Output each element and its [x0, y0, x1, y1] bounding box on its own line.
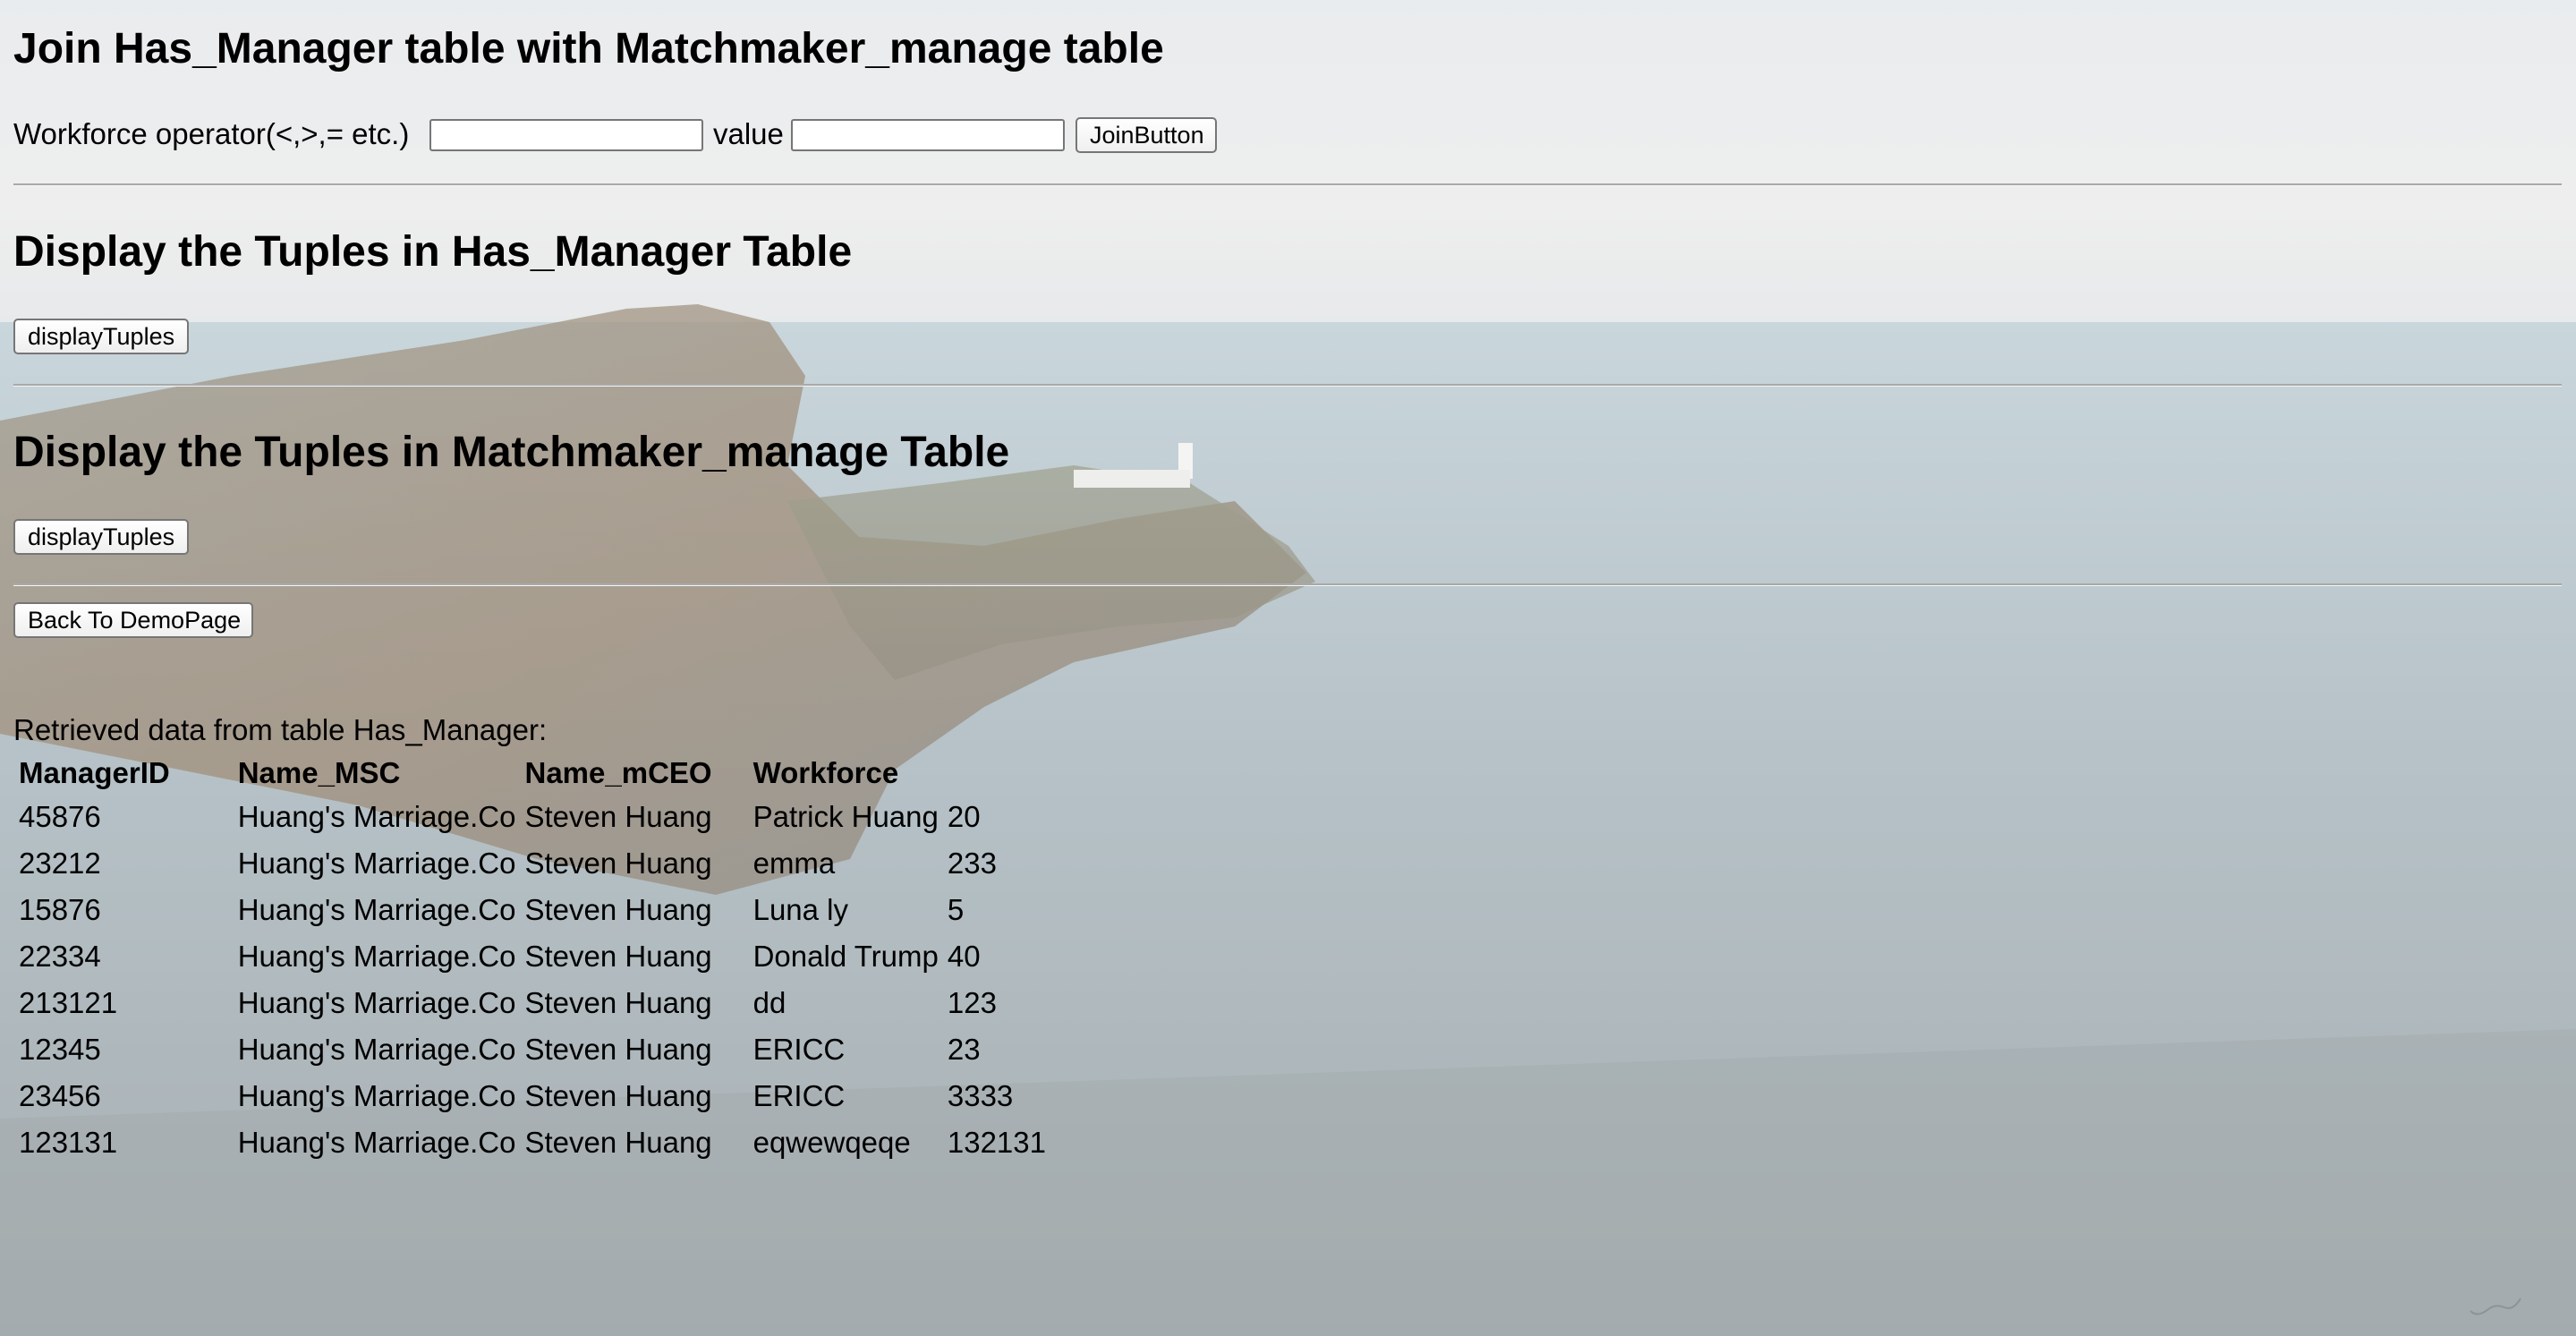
table-cell: 20 [947, 800, 981, 833]
table-cell: Steven Huang [524, 1033, 712, 1066]
join-section-title: Join Has_Manager table with Matchmaker_m… [13, 25, 1164, 72]
display-has-manager-button[interactable]: displayTuples [13, 319, 189, 354]
table-row: 45876 Huang's Marriage.Co Steven Huang Patr… [17, 796, 1050, 838]
result-caption: Retrieved data from table Has_Manager: [13, 713, 548, 746]
column-header-empty [946, 754, 1050, 792]
table-cell: Donald Trump [752, 940, 939, 973]
table-cell: 3333 [947, 1079, 1014, 1112]
table-row: 22334 Huang's Marriage.Co Steven Huang Dona… [17, 935, 1050, 978]
table-cell: 132131 [947, 1126, 1046, 1159]
table-cell: 40 [947, 940, 981, 973]
table-cell: 5 [947, 893, 965, 926]
table-cell: Steven Huang [524, 1126, 712, 1159]
table-cell: 213121 [19, 986, 118, 1019]
table-header-row: ManagerID Name_MSC Name_mCEO Workforce [17, 754, 1050, 792]
table-row: 15876 Huang's Marriage.Co Steven Huang Luna… [17, 889, 1050, 932]
table-cell: 15876 [19, 893, 101, 926]
table-cell: 123131 [19, 1126, 118, 1159]
join-button[interactable]: JoinButton [1075, 117, 1217, 153]
table-cell: 45876 [19, 800, 101, 833]
table-cell: eqwewqeqe [752, 1126, 911, 1159]
table-cell: Huang's Marriage.Co [237, 1079, 516, 1112]
table-cell: Steven Huang [524, 893, 712, 926]
table-cell: Huang's Marriage.Co [237, 847, 516, 880]
table-cell: dd [752, 986, 786, 1019]
table-row: 12345 Huang's Marriage.Co Steven Huang ERIC… [17, 1028, 1050, 1071]
table-cell: emma [752, 847, 836, 880]
table-cell: 12345 [19, 1033, 101, 1066]
table-cell: Steven Huang [524, 1079, 712, 1112]
table-cell: 23456 [19, 1079, 101, 1112]
table-row: 23212 Huang's Marriage.Co Steven Huang emma… [17, 842, 1050, 885]
table-cell: 22334 [19, 940, 101, 973]
back-to-demo-page-button[interactable]: Back To DemoPage [13, 602, 253, 638]
table-cell: Huang's Marriage.Co [237, 1033, 516, 1066]
value-label: value [713, 117, 784, 150]
table-cell: Huang's Marriage.Co [237, 893, 516, 926]
table-cell: ERICC [752, 1033, 846, 1066]
column-header: ManagerID [19, 756, 170, 789]
table-cell: Huang's Marriage.Co [237, 800, 516, 833]
table-cell: Steven Huang [524, 986, 712, 1019]
workforce-operator-input[interactable] [429, 119, 703, 151]
column-header: Name_MSC [237, 756, 401, 789]
table-cell: Patrick Huang [752, 800, 939, 833]
divider [13, 384, 2562, 387]
signature-mark [2470, 1298, 2521, 1315]
table-cell: 123 [947, 986, 997, 1019]
column-header: Name_mCEO [524, 756, 712, 789]
result-table: ManagerID Name_MSC Name_mCEO Workforce 4… [13, 751, 1053, 1168]
table-cell: Huang's Marriage.Co [237, 940, 516, 973]
divider [13, 183, 2562, 186]
divider [13, 583, 2562, 586]
display-matchmaker-button[interactable]: displayTuples [13, 519, 189, 555]
table-cell: Steven Huang [524, 847, 712, 880]
value-input[interactable] [791, 119, 1065, 151]
column-header: Workforce [752, 756, 899, 789]
matchmaker-section-title: Display the Tuples in Matchmaker_manage … [13, 429, 1010, 476]
table-cell: 23212 [19, 847, 101, 880]
table-row: 123131 Huang's Marriage.Co Steven Huang eqw… [17, 1121, 1050, 1164]
table-row: 23456 Huang's Marriage.Co Steven Huang ERIC… [17, 1075, 1050, 1118]
workforce-operator-label: Workforce operator(<,>,= etc.) [13, 117, 410, 150]
table-cell: Steven Huang [524, 800, 712, 833]
table-cell: 23 [947, 1033, 981, 1066]
table-cell: Steven Huang [524, 940, 712, 973]
table-cell: Huang's Marriage.Co [237, 986, 516, 1019]
table-cell: Huang's Marriage.Co [237, 1126, 516, 1159]
table-cell: 233 [947, 847, 997, 880]
page-content: Join Has_Manager table with Matchmaker_m… [0, 0, 2576, 1336]
has-manager-section-title: Display the Tuples in Has_Manager Table [13, 228, 853, 276]
table-row: 213121 Huang's Marriage.Co Steven Huang dd 1… [17, 982, 1050, 1025]
table-cell: Luna ly [752, 893, 849, 926]
table-cell: ERICC [752, 1079, 846, 1112]
